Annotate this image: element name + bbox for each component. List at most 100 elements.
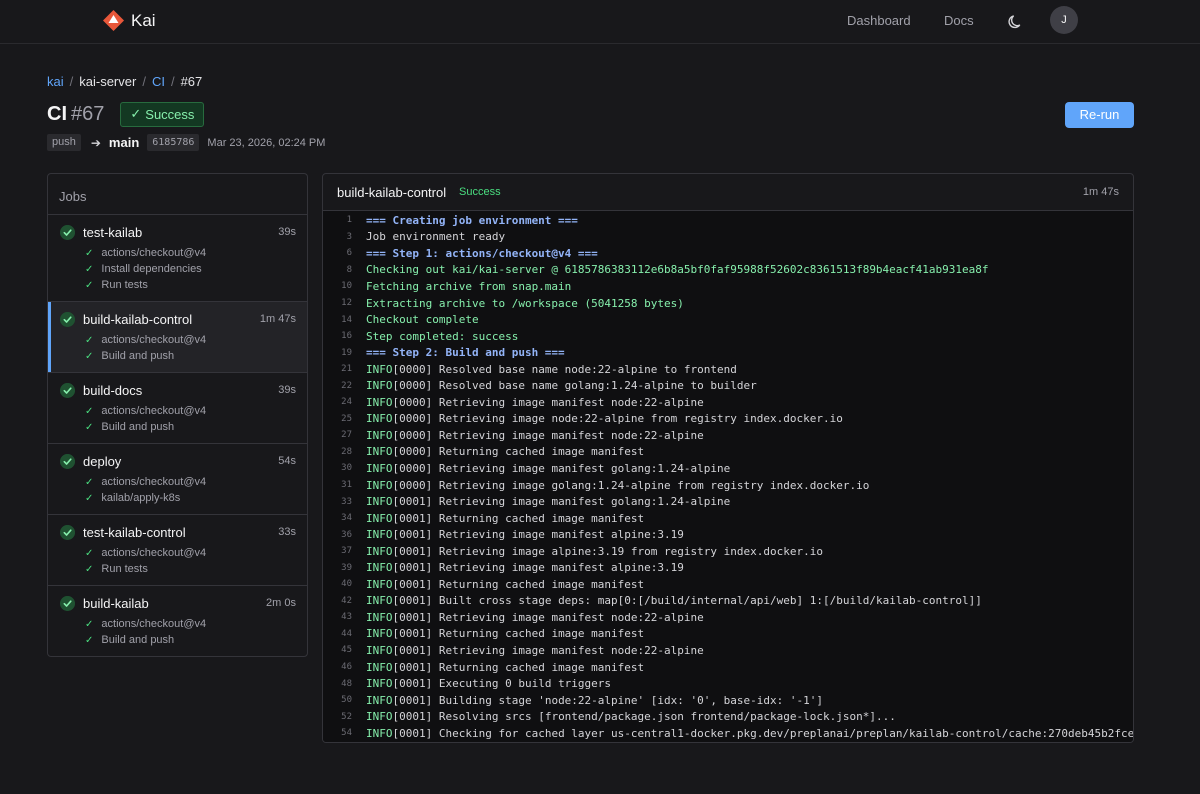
- job-item[interactable]: build-kailab-control 1m 47s ✓ actions/check…: [48, 302, 307, 373]
- log-line: 48 INFO[0001] Executing 0 build triggers: [323, 675, 1133, 692]
- log-line-text: Fetching archive from snap.main: [366, 279, 572, 293]
- job-duration: 54s: [278, 455, 296, 467]
- log-line-text: INFO[0001] Retrieving image manifest alp…: [366, 561, 684, 575]
- log-line-text: INFO[0001] Retrieving image manifest alp…: [366, 528, 684, 542]
- log-panel: build-kailab-control Success 1m 47s 1 ===…: [322, 173, 1134, 743]
- job-item[interactable]: build-kailab 2m 0s ✓ actions/checkout@v4 ✓ Bu…: [48, 586, 307, 656]
- log-line-number[interactable]: 33: [323, 497, 352, 507]
- job-name: build-kailab-control: [83, 312, 193, 327]
- log-line-number[interactable]: 50: [323, 695, 352, 705]
- moon-icon[interactable]: [1006, 12, 1024, 30]
- log-line: 50 INFO[0001] Building stage 'node:22-alp…: [323, 692, 1133, 709]
- log-line: 52 INFO[0001] Resolving srcs [frontend/pa…: [323, 708, 1133, 725]
- log-line-text: INFO[0000] Retrieving image manifest nod…: [366, 428, 704, 442]
- log-job-name: build-kailab-control: [337, 185, 447, 200]
- log-line-number[interactable]: 24: [323, 397, 352, 407]
- log-line-text: INFO[0001] Retrieving image manifest nod…: [366, 610, 704, 624]
- job-step: ✓ actions/checkout@v4: [85, 334, 206, 346]
- job-item[interactable]: deploy 54s ✓ actions/checkout@v4 ✓ kailab/app…: [48, 444, 307, 515]
- log-line: 22 INFO[0000] Resolved base name golang:1…: [323, 377, 1133, 394]
- log-line-number[interactable]: 1: [323, 215, 352, 225]
- log-line: 30 INFO[0000] Retrieving image manifest g…: [323, 460, 1133, 477]
- job-step: ✓ Run tests: [85, 279, 148, 291]
- log-line: 27 INFO[0000] Retrieving image manifest n…: [323, 427, 1133, 444]
- log-line-number[interactable]: 52: [323, 712, 352, 722]
- log-line-number[interactable]: 45: [323, 645, 352, 655]
- log-line-number[interactable]: 46: [323, 662, 352, 672]
- log-line: 36 INFO[0001] Retrieving image manifest a…: [323, 526, 1133, 543]
- job-item[interactable]: test-kailab 39s ✓ actions/checkout@v4 ✓ Insta…: [48, 215, 307, 302]
- log-line-text: === Step 1: actions/checkout@v4 ===: [366, 246, 598, 260]
- log-line-number[interactable]: 14: [323, 315, 352, 325]
- log-output[interactable]: 1 === Creating job environment === 3 Job en…: [323, 211, 1133, 742]
- log-line-text: INFO[0001] Returning cached image manife…: [366, 511, 645, 525]
- log-line-number[interactable]: 10: [323, 281, 352, 291]
- log-line: 24 INFO[0000] Retrieving image manifest n…: [323, 394, 1133, 411]
- log-line-number[interactable]: 54: [323, 728, 352, 738]
- check-icon: ✓: [85, 548, 94, 559]
- brand-name[interactable]: Kai: [131, 11, 156, 31]
- log-line: 8 Checking out kai/kai-server @ 618578638…: [323, 262, 1133, 279]
- log-line: 14 Checkout complete: [323, 311, 1133, 328]
- job-duration: 1m 47s: [259, 313, 296, 325]
- log-line-number[interactable]: 48: [323, 679, 352, 689]
- run-number: #67: [71, 102, 105, 125]
- branch-name[interactable]: main: [109, 135, 139, 150]
- job-step-label: actions/checkout@v4: [101, 405, 207, 417]
- log-line-text: INFO[0001] Returning cached image manife…: [366, 660, 645, 674]
- log-line-number[interactable]: 3: [323, 232, 352, 242]
- check-icon: ✓: [85, 351, 94, 362]
- nav-docs-link[interactable]: Docs: [944, 13, 974, 28]
- job-item[interactable]: build-docs 39s ✓ actions/checkout@v4 ✓ Build …: [48, 373, 307, 444]
- log-line-number[interactable]: 19: [323, 348, 352, 358]
- jobs-list: test-kailab 39s ✓ actions/checkout@v4 ✓ Insta…: [48, 215, 307, 656]
- breadcrumb: kai / kai-server / CI / #67: [47, 74, 202, 89]
- log-line-number[interactable]: 36: [323, 530, 352, 540]
- breadcrumb-separator: /: [142, 74, 146, 89]
- log-line-number[interactable]: 25: [323, 414, 352, 424]
- check-icon: ✓: [85, 477, 94, 488]
- log-line-text: Checkout complete: [366, 313, 479, 327]
- log-line-number[interactable]: 22: [323, 381, 352, 391]
- job-item[interactable]: test-kailab-control 33s ✓ actions/checkout@…: [48, 515, 307, 586]
- log-line-number[interactable]: 40: [323, 579, 352, 589]
- rerun-button[interactable]: Re-run: [1065, 102, 1134, 128]
- commit-sha[interactable]: 6185786: [147, 134, 200, 151]
- log-line-text: INFO[0000] Retrieving image manifest gol…: [366, 461, 731, 475]
- job-step-label: kailab/apply-k8s: [101, 492, 181, 504]
- arrow-right-icon: ➔: [90, 135, 101, 150]
- breadcrumb-repo[interactable]: kai-server: [79, 74, 136, 89]
- log-line-number[interactable]: 37: [323, 546, 352, 556]
- log-line-number[interactable]: 8: [323, 265, 352, 275]
- kai-logo-icon[interactable]: [103, 10, 124, 31]
- nav-dashboard-link[interactable]: Dashboard: [847, 13, 911, 28]
- log-line-number[interactable]: 27: [323, 430, 352, 440]
- breadcrumb-workflow[interactable]: CI: [152, 74, 165, 89]
- jobs-header: Jobs: [48, 174, 307, 215]
- log-line-number[interactable]: 43: [323, 612, 352, 622]
- log-line-text: INFO[0000] Retrieving image golang:1.24-…: [366, 478, 870, 492]
- user-avatar[interactable]: J: [1050, 6, 1078, 34]
- log-line: 12 Extracting archive to /workspace (5041…: [323, 295, 1133, 312]
- log-line-text: INFO[0001] Building stage 'node:22-alpin…: [366, 693, 823, 707]
- log-line-number[interactable]: 42: [323, 596, 352, 606]
- log-line-number[interactable]: 34: [323, 513, 352, 523]
- log-line-text: INFO[0001] Returning cached image manife…: [366, 627, 645, 641]
- job-step-label: Build and push: [101, 634, 175, 646]
- log-line-text: INFO[0000] Resolved base name node:22-al…: [366, 362, 737, 376]
- log-line-text: INFO[0001] Retrieving image manifest nod…: [366, 643, 704, 657]
- job-step-label: actions/checkout@v4: [101, 476, 207, 488]
- log-line-number[interactable]: 44: [323, 629, 352, 639]
- breadcrumb-org[interactable]: kai: [47, 74, 64, 89]
- log-line: 6 === Step 1: actions/checkout@v4 ===: [323, 245, 1133, 262]
- log-line-number[interactable]: 12: [323, 298, 352, 308]
- log-line: 39 INFO[0001] Retrieving image manifest a…: [323, 559, 1133, 576]
- log-line-number[interactable]: 6: [323, 248, 352, 258]
- log-line-number[interactable]: 16: [323, 331, 352, 341]
- job-step: ✓ Run tests: [85, 563, 148, 575]
- log-line-number[interactable]: 28: [323, 447, 352, 457]
- log-line-number[interactable]: 39: [323, 563, 352, 573]
- log-line-number[interactable]: 31: [323, 480, 352, 490]
- log-line-number[interactable]: 21: [323, 364, 352, 374]
- log-line-number[interactable]: 30: [323, 463, 352, 473]
